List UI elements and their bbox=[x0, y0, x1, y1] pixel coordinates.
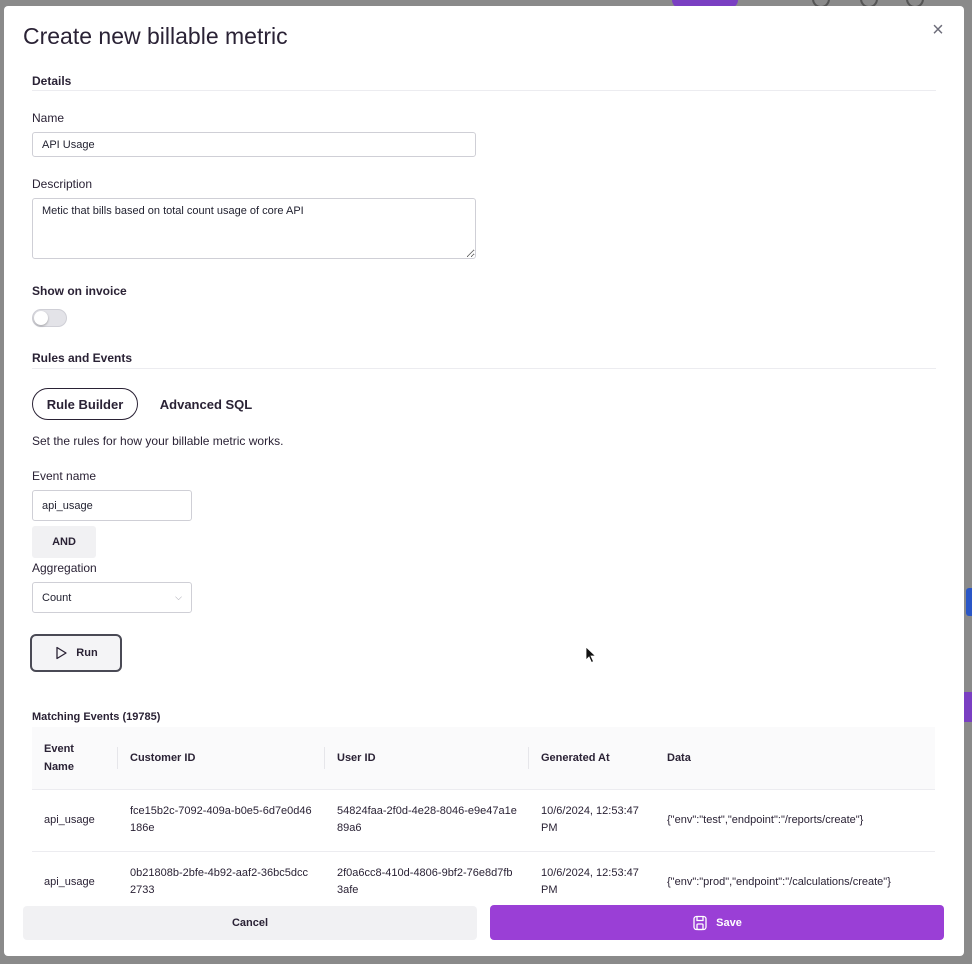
column-header-customer-id: Customer ID bbox=[118, 727, 325, 789]
table-row: api_usage fce15b2c-7092-409a-b0e5-6d7e0d… bbox=[32, 788, 935, 851]
tab-advanced-sql[interactable]: Advanced SQL bbox=[152, 388, 260, 420]
save-button[interactable]: Save bbox=[490, 905, 944, 940]
column-header-user-id: User ID bbox=[325, 727, 529, 789]
description-textarea[interactable]: Metic that bills based on total count us… bbox=[32, 198, 476, 259]
save-icon bbox=[693, 915, 707, 930]
cell-generated-at: 10/6/2024, 12:53:47 PM bbox=[529, 850, 655, 906]
events-table-container[interactable]: Event Name Customer ID User ID Generated… bbox=[32, 727, 935, 906]
table-header-row: Event Name Customer ID User ID Generated… bbox=[32, 727, 935, 789]
tab-rule-builder[interactable]: Rule Builder bbox=[32, 388, 138, 420]
create-metric-modal: Create new billable metric × Details Nam… bbox=[4, 6, 964, 956]
cell-event-name: api_usage bbox=[32, 850, 118, 906]
aggregation-label: Aggregation bbox=[32, 561, 97, 575]
bg-accent-tab bbox=[966, 588, 972, 616]
name-label: Name bbox=[32, 111, 65, 125]
aggregation-select[interactable]: Count ⌵ bbox=[32, 582, 192, 613]
cancel-button[interactable]: Cancel bbox=[23, 906, 477, 940]
rules-section-title: Rules and Events bbox=[32, 351, 133, 365]
cell-event-name: api_usage bbox=[32, 788, 118, 851]
toggle-knob bbox=[34, 311, 48, 325]
cell-generated-at: 10/6/2024, 12:53:47 PM bbox=[529, 788, 655, 851]
show-on-invoice-label: Show on invoice bbox=[32, 284, 127, 298]
cell-customer-id: fce15b2c-7092-409a-b0e5-6d7e0d46186e bbox=[118, 788, 325, 851]
name-input[interactable] bbox=[32, 132, 476, 157]
cell-data: {"env":"prod","endpoint":"/calculations/… bbox=[655, 850, 935, 906]
save-label: Save bbox=[716, 916, 742, 929]
column-header-event-name: Event Name bbox=[32, 727, 118, 789]
rules-help-text: Set the rules for how your billable metr… bbox=[32, 434, 284, 448]
modal-title: Create new billable metric bbox=[23, 23, 288, 49]
close-icon[interactable]: × bbox=[930, 20, 946, 40]
run-label: Run bbox=[76, 647, 98, 659]
event-name-label: Event name bbox=[32, 469, 97, 483]
description-label: Description bbox=[32, 177, 93, 191]
cell-user-id: 2f0a6cc8-410d-4806-9bf2-76e8d7fb3afe bbox=[325, 850, 529, 906]
details-divider bbox=[32, 90, 936, 91]
events-table: Event Name Customer ID User ID Generated… bbox=[32, 727, 935, 906]
column-header-generated-at: Generated At bbox=[541, 751, 610, 764]
run-button[interactable]: Run bbox=[30, 634, 122, 672]
show-on-invoice-toggle[interactable] bbox=[32, 309, 67, 327]
matching-events-title: Matching Events (19785) bbox=[32, 711, 161, 723]
event-name-input[interactable] bbox=[32, 490, 192, 521]
chevron-down-icon: ⌵ bbox=[175, 592, 182, 602]
and-button[interactable]: AND bbox=[32, 526, 96, 558]
details-section-title: Details bbox=[32, 74, 72, 88]
aggregation-value: Count bbox=[42, 591, 72, 604]
mouse-cursor-icon bbox=[585, 646, 597, 664]
cell-user-id: 54824faa-2f0d-4e28-8046-e9e47a1e89a6 bbox=[325, 788, 529, 851]
rules-divider bbox=[32, 368, 936, 369]
cell-customer-id: 0b21808b-2bfe-4b92-aaf2-36bc5dcc2733 bbox=[118, 850, 325, 906]
table-row: api_usage 0b21808b-2bfe-4b92-aaf2-36bc5d… bbox=[32, 850, 935, 906]
play-icon bbox=[56, 646, 67, 660]
column-header-data: Data bbox=[667, 751, 691, 764]
cell-data: {"env":"test","endpoint":"/reports/creat… bbox=[655, 788, 935, 851]
